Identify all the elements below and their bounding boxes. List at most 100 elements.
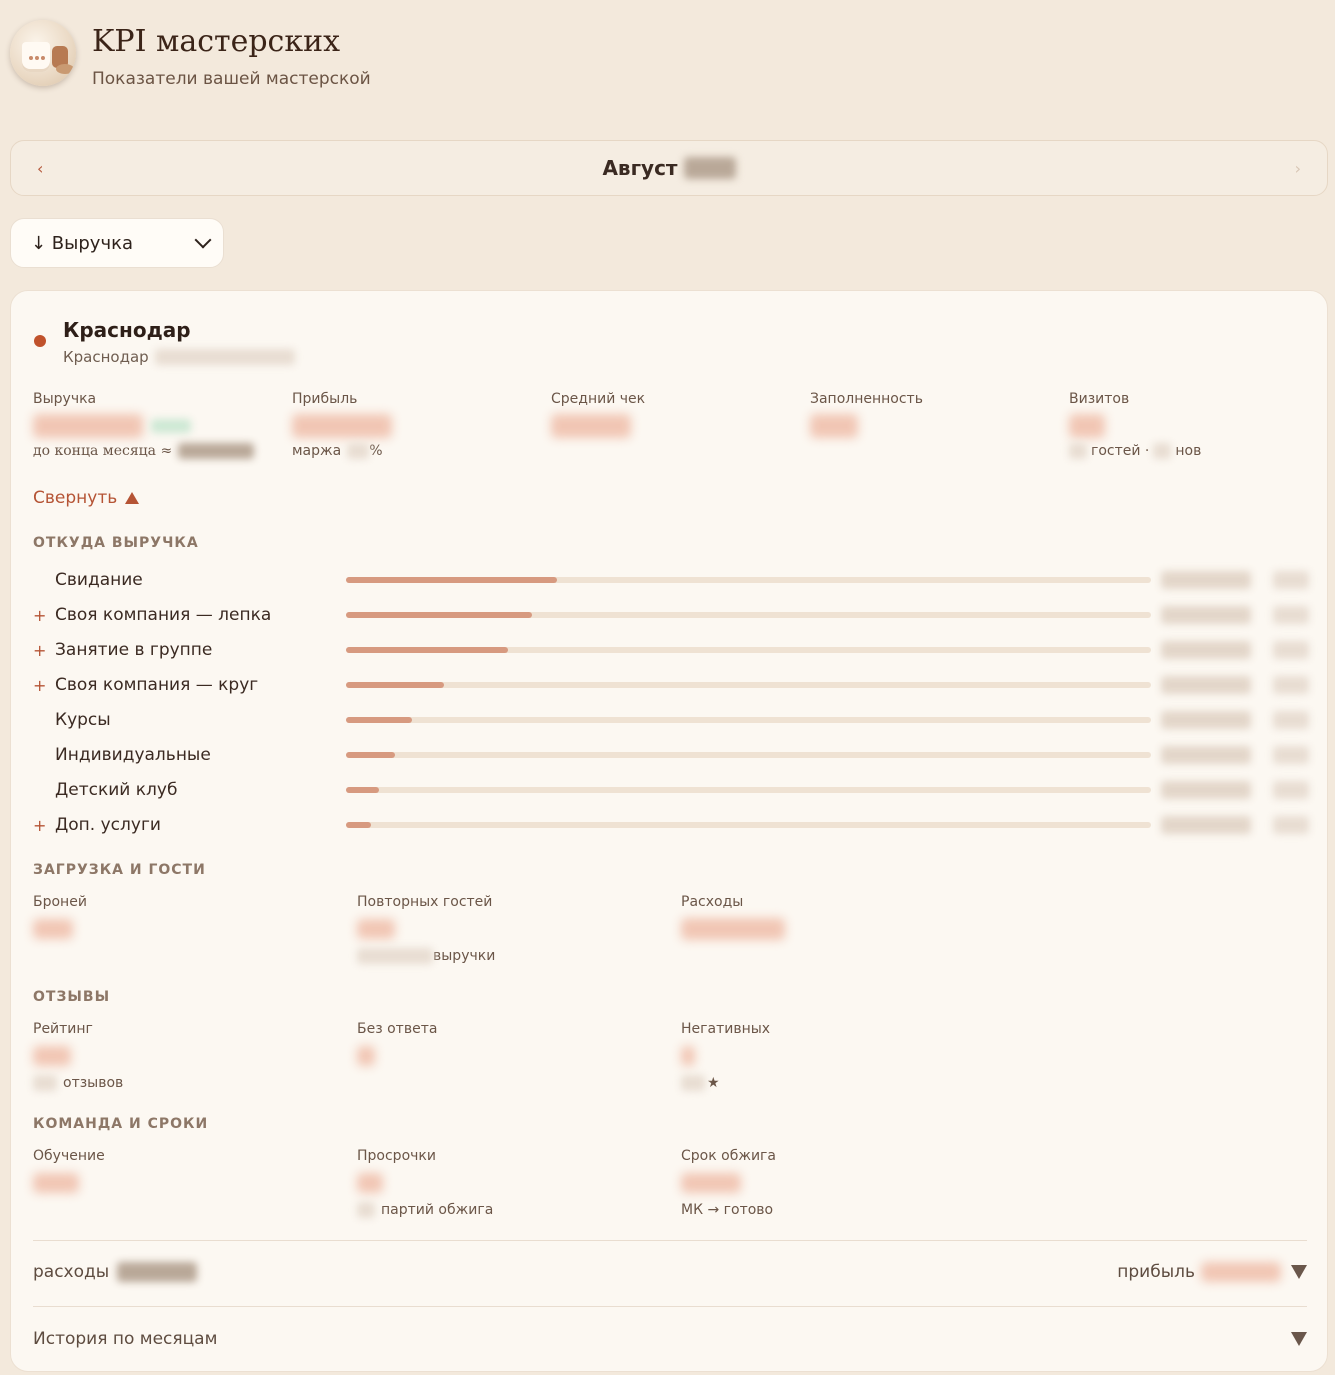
stat-repeat-note: выручки bbox=[433, 948, 496, 964]
revenue-source-row[interactable]: + Доп. услуги bbox=[33, 810, 1313, 840]
revenue-source-row[interactable]: + Занятие в группе bbox=[33, 635, 1313, 665]
revenue-share-fill bbox=[346, 577, 557, 583]
stat-rating-value bbox=[33, 1046, 71, 1066]
revenue-source-row: Детский клуб bbox=[33, 775, 1313, 805]
stat-training-label: Обучение bbox=[33, 1148, 105, 1164]
stat-repeat-value bbox=[357, 919, 395, 939]
stat-overdue-label: Просрочки bbox=[357, 1148, 436, 1164]
revenue-source-percent bbox=[1273, 606, 1309, 624]
revenue-source-amount bbox=[1161, 746, 1251, 764]
stat-unanswered: Без ответа bbox=[357, 1021, 657, 1067]
month-year-hidden bbox=[683, 157, 736, 179]
stat-rating-count bbox=[33, 1075, 57, 1091]
plus-icon[interactable]: + bbox=[33, 641, 55, 660]
kpi-occupancy: Заполненность bbox=[810, 391, 1060, 439]
status-dot bbox=[34, 335, 46, 347]
revenue-source-row: Индивидуальные bbox=[33, 740, 1313, 770]
stat-expenses-value bbox=[681, 918, 785, 940]
revenue-share-fill bbox=[346, 787, 379, 793]
stat-training-value bbox=[33, 1173, 79, 1193]
triangle-down-icon bbox=[1291, 1332, 1307, 1346]
revenue-share-fill bbox=[346, 682, 444, 688]
stat-unanswered-value bbox=[357, 1046, 375, 1066]
footer-expenses-value bbox=[117, 1262, 198, 1282]
revenue-source-label: Курсы bbox=[55, 710, 111, 730]
stat-negative-label: Негативных bbox=[681, 1021, 771, 1037]
page-title: KPI мастерских bbox=[92, 24, 341, 59]
collapse-button[interactable]: Свернуть bbox=[33, 488, 140, 508]
studio-address-hidden bbox=[154, 349, 295, 365]
divider bbox=[33, 1306, 1307, 1307]
kpi-visits-value bbox=[1069, 414, 1105, 438]
revenue-share-fill bbox=[346, 647, 508, 653]
revenue-source-label: Своя компания — круг bbox=[55, 675, 259, 695]
chevron-right-icon[interactable]: › bbox=[1295, 159, 1301, 178]
studio-logo bbox=[10, 20, 76, 86]
kpi-revenue-delta bbox=[151, 419, 191, 433]
kpi-visits-note-a: гостей · bbox=[1091, 443, 1150, 459]
revenue-share-fill bbox=[346, 717, 412, 723]
kpi-avg-check-value bbox=[551, 414, 631, 438]
revenue-share-fill bbox=[346, 822, 371, 828]
kpi-profit-margin bbox=[347, 443, 370, 459]
chevron-down-icon bbox=[194, 231, 212, 249]
revenue-share-bar bbox=[346, 577, 1151, 583]
studio-address: Краснодар bbox=[63, 348, 295, 366]
stat-firing-note: МК → готово bbox=[681, 1202, 774, 1218]
revenue-source-percent bbox=[1273, 746, 1309, 764]
kpi-profit-note-suffix: % bbox=[369, 443, 383, 459]
kpi-profit-value bbox=[292, 414, 392, 438]
stat-repeat-guests: Повторных гостей выручки bbox=[357, 894, 657, 964]
stat-bookings-label: Броней bbox=[33, 894, 87, 910]
revenue-share-fill bbox=[346, 612, 532, 618]
chevron-left-icon[interactable]: ‹ bbox=[37, 159, 43, 178]
kpi-visits-guests-count bbox=[1069, 443, 1087, 459]
revenue-source-amount bbox=[1161, 641, 1251, 659]
month-label: Август bbox=[602, 156, 736, 180]
revenue-source-row[interactable]: + Своя компания — круг bbox=[33, 670, 1313, 700]
stat-overdue-note: партий обжига bbox=[381, 1202, 494, 1218]
stat-overdue: Просрочки партий обжига bbox=[357, 1148, 657, 1218]
stat-bookings: Броней bbox=[33, 894, 333, 940]
revenue-source-row[interactable]: + Своя компания — лепка bbox=[33, 600, 1313, 630]
stat-repeat-label: Повторных гостей bbox=[357, 894, 493, 910]
sort-select-value: ↓ Выручка bbox=[31, 232, 133, 254]
revenue-share-bar bbox=[346, 717, 1151, 723]
history-toggle[interactable]: История по месяцам bbox=[33, 1324, 1307, 1354]
summary-toggle[interactable]: расходы прибыль bbox=[33, 1257, 1307, 1287]
stat-negative-threshold bbox=[681, 1075, 705, 1091]
stat-bookings-value bbox=[33, 919, 73, 939]
revenue-source-percent bbox=[1273, 711, 1309, 729]
kpi-profit-label: Прибыль bbox=[292, 391, 358, 407]
kpi-occupancy-value bbox=[810, 414, 858, 438]
revenue-source-label: Детский клуб bbox=[55, 780, 178, 800]
footer-profit-value bbox=[1201, 1262, 1281, 1282]
stat-rating-label: Рейтинг bbox=[33, 1021, 93, 1037]
revenue-share-bar bbox=[346, 612, 1151, 618]
footer-expenses-label: расходы bbox=[33, 1262, 110, 1282]
plus-icon[interactable]: + bbox=[33, 676, 55, 695]
revenue-share-fill bbox=[346, 752, 395, 758]
revenue-source-percent bbox=[1273, 781, 1309, 799]
revenue-source-label: Своя компания — лепка bbox=[55, 605, 272, 625]
month-name: Август bbox=[602, 156, 678, 180]
sort-select[interactable]: ↓ Выручка bbox=[10, 218, 224, 268]
stat-firing-time: Срок обжига МК → готово bbox=[681, 1148, 981, 1218]
stat-training: Обучение bbox=[33, 1148, 333, 1194]
revenue-source-amount bbox=[1161, 781, 1251, 799]
kpi-occupancy-label: Заполненность bbox=[810, 391, 923, 407]
revenue-share-bar bbox=[346, 647, 1151, 653]
stat-rating: Рейтинг отзывов bbox=[33, 1021, 333, 1091]
stat-negative: Негативных ★ bbox=[681, 1021, 981, 1091]
plus-icon[interactable]: + bbox=[33, 816, 55, 835]
revenue-source-amount bbox=[1161, 676, 1251, 694]
team-section-title: КОМАНДА И СРОКИ bbox=[33, 1116, 209, 1132]
plus-icon[interactable]: + bbox=[33, 606, 55, 625]
history-label: История по месяцам bbox=[33, 1329, 218, 1349]
stat-repeat-amount bbox=[357, 948, 433, 964]
page-header: KPI мастерских Показатели вашей мастерск… bbox=[10, 20, 371, 90]
stat-firing-value bbox=[681, 1173, 741, 1193]
revenue-share-bar bbox=[346, 787, 1151, 793]
triangle-up-icon bbox=[125, 492, 140, 504]
revenue-source-row: Свидание bbox=[33, 565, 1313, 595]
